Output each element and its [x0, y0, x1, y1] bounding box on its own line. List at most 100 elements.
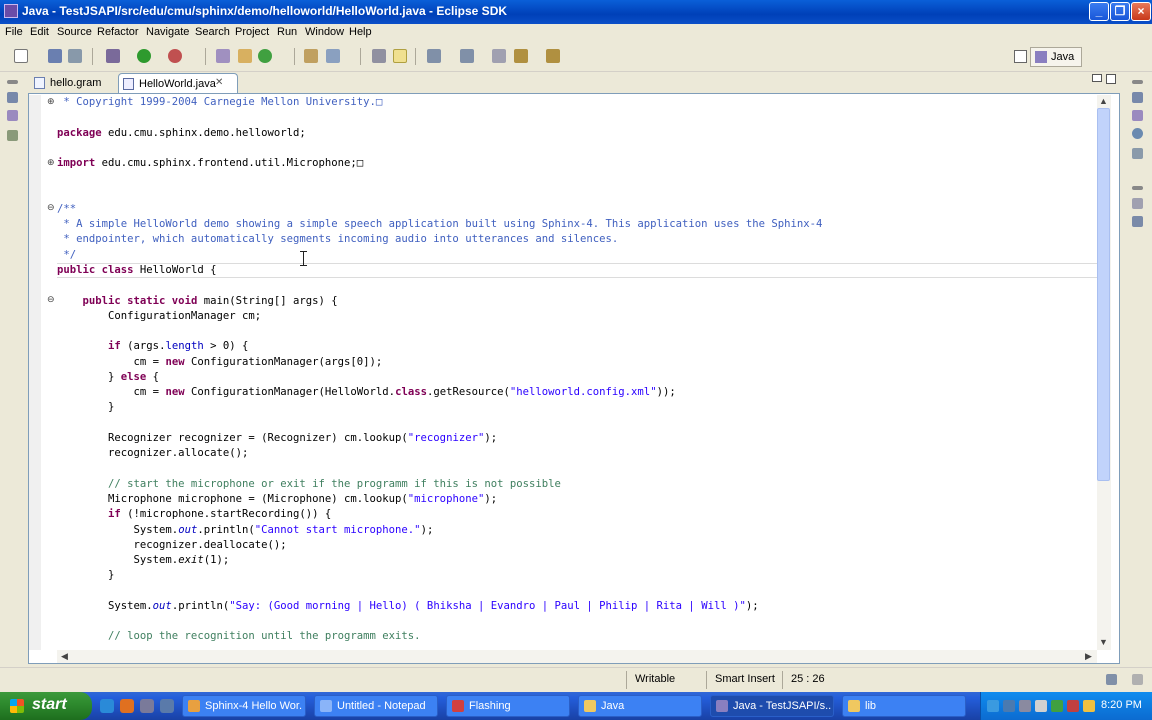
- quicklaunch-icon[interactable]: [140, 699, 154, 713]
- package-explorer-icon[interactable]: [7, 92, 18, 103]
- code-line: Recognizer recognizer = (Recognizer) cm.…: [57, 431, 497, 446]
- task-list-icon[interactable]: [1132, 110, 1143, 121]
- back-icon[interactable]: [514, 49, 528, 63]
- menu-refactor[interactable]: Refactor: [97, 26, 139, 38]
- taskbar-button-notepad[interactable]: Untitled - Notepad: [314, 695, 438, 717]
- collapse-fold-icon[interactable]: ⊖: [47, 296, 56, 305]
- scroll-left-icon[interactable]: ◀: [58, 650, 71, 663]
- new-package-icon[interactable]: [238, 49, 252, 63]
- tray-expand-icon[interactable]: [987, 700, 999, 712]
- volume-icon[interactable]: [1035, 700, 1047, 712]
- external-tools-icon[interactable]: [168, 49, 182, 63]
- minimize-editor-icon[interactable]: [1092, 74, 1102, 82]
- taskbar-button-lib[interactable]: lib: [842, 695, 966, 717]
- code-line: } else {: [57, 370, 159, 385]
- minimize-button[interactable]: _: [1089, 2, 1109, 21]
- taskbar-button-flashing[interactable]: Flashing: [446, 695, 570, 717]
- taskbar-button-java-folder[interactable]: Java: [578, 695, 702, 717]
- open-perspective-icon[interactable]: [1014, 50, 1027, 63]
- taskbar-button-eclipse[interactable]: Java - TestJSAPI/s...: [710, 695, 834, 717]
- security-icon[interactable]: [1051, 700, 1063, 712]
- scroll-down-icon[interactable]: ▼: [1097, 636, 1110, 649]
- javadoc-icon[interactable]: [1132, 148, 1143, 159]
- code-token: cm =: [57, 355, 166, 368]
- new-icon[interactable]: [14, 49, 28, 63]
- scroll-up-icon[interactable]: ▲: [1097, 95, 1110, 108]
- toggle-mark-occurrences-icon[interactable]: [372, 49, 386, 63]
- code-line: cm = new ConfigurationManager(HelloWorld…: [57, 385, 676, 400]
- maximize-button[interactable]: ❐: [1110, 2, 1130, 21]
- expand-fold-icon[interactable]: ⊕: [47, 159, 56, 168]
- outline-icon[interactable]: [7, 130, 18, 141]
- tab-helloworld-java[interactable]: HelloWorld.java ✕: [118, 73, 238, 93]
- close-tab-icon[interactable]: ✕: [215, 77, 223, 88]
- run-icon[interactable]: [137, 49, 151, 63]
- menu-window[interactable]: Window: [305, 26, 344, 38]
- code-token: Recognizer recognizer = (Recognizer) cm.…: [57, 431, 408, 444]
- restore-icon[interactable]: [7, 80, 18, 84]
- network-icon[interactable]: [1003, 700, 1015, 712]
- save-icon[interactable]: [48, 49, 62, 63]
- start-button[interactable]: start: [0, 692, 92, 720]
- code-token: .println(: [171, 599, 230, 612]
- menu-help[interactable]: Help: [349, 26, 372, 38]
- hierarchy-icon[interactable]: [7, 110, 18, 121]
- new-java-project-icon[interactable]: [216, 49, 230, 63]
- code-token: "Cannot start microphone.": [254, 523, 421, 536]
- taskbar-button-sphinx[interactable]: Sphinx-4 Hello Wor...: [182, 695, 306, 717]
- scroll-right-icon[interactable]: ▶: [1082, 650, 1095, 663]
- problems-icon[interactable]: [1132, 128, 1143, 139]
- menu-project[interactable]: Project: [235, 26, 269, 38]
- new-class-icon[interactable]: [258, 49, 272, 63]
- tab-label: hello.gram: [50, 77, 102, 89]
- code-token: out: [152, 599, 172, 612]
- horizontal-scrollbar[interactable]: [57, 650, 1097, 663]
- menu-file[interactable]: File: [5, 26, 23, 38]
- firefox-icon[interactable]: [120, 699, 134, 713]
- print-icon[interactable]: [68, 49, 82, 63]
- code-token: // loop the recognition until the progra…: [57, 630, 421, 643]
- toggle-highlight-icon[interactable]: [393, 49, 407, 63]
- expand-fold-icon[interactable]: ⊕: [47, 98, 56, 107]
- vertical-scroll-thumb[interactable]: [1097, 108, 1110, 481]
- collapse-fold-icon[interactable]: ⊖: [47, 204, 56, 213]
- menu-edit[interactable]: Edit: [30, 26, 49, 38]
- outline-view-icon[interactable]: [1132, 92, 1143, 103]
- previous-annotation-icon[interactable]: [460, 49, 474, 63]
- code-token: ConfigurationManager(args[0]);: [184, 355, 383, 368]
- last-edit-icon[interactable]: [492, 49, 506, 63]
- code-token: // start the microphone or exit if the p…: [57, 477, 561, 490]
- code-line: /**: [57, 202, 76, 217]
- maximize-editor-icon[interactable]: [1106, 74, 1116, 84]
- tab-hello-gram[interactable]: hello.gram: [30, 73, 116, 93]
- fast-view-icon[interactable]: [1106, 674, 1117, 685]
- tray-app-icon[interactable]: [1067, 700, 1079, 712]
- open-type-icon[interactable]: [304, 49, 318, 63]
- java-perspective-button[interactable]: Java: [1030, 47, 1082, 67]
- code-editor[interactable]: * Copyright 1999-2004 Carnegie Mellon Un…: [57, 95, 1097, 650]
- search-icon[interactable]: [326, 49, 340, 63]
- restore-right-icon[interactable]: [1132, 80, 1143, 84]
- code-token: > 0) {: [203, 340, 249, 353]
- forward-icon[interactable]: [546, 49, 560, 63]
- menu-navigate[interactable]: Navigate: [146, 26, 189, 38]
- menu-search[interactable]: Search: [195, 26, 230, 38]
- code-token: );: [420, 523, 434, 536]
- code-token: "Say: (Good morning | Hello) ( Bhiksha |…: [229, 599, 746, 612]
- show-desktop-icon[interactable]: [160, 699, 174, 713]
- progress-icon[interactable]: [1132, 674, 1143, 685]
- next-annotation-icon[interactable]: [427, 49, 441, 63]
- declaration-icon[interactable]: [1132, 216, 1143, 227]
- menu-run[interactable]: Run: [277, 26, 297, 38]
- menu-source[interactable]: Source: [57, 26, 92, 38]
- tray-app-icon[interactable]: [1019, 700, 1031, 712]
- code-line: public static void main(String[] args) {: [57, 294, 338, 309]
- debug-icon[interactable]: [106, 49, 120, 63]
- menu-bar: File Edit Source Refactor Navigate Searc…: [0, 24, 1152, 42]
- tray-app-icon[interactable]: [1083, 700, 1095, 712]
- ie-icon[interactable]: [100, 699, 114, 713]
- close-button[interactable]: ×: [1131, 2, 1151, 21]
- console-icon[interactable]: [1132, 198, 1143, 209]
- code-token: edu.cmu.sphinx.frontend.util.Microphone;…: [95, 157, 364, 170]
- restore-bottom-icon[interactable]: [1132, 186, 1143, 190]
